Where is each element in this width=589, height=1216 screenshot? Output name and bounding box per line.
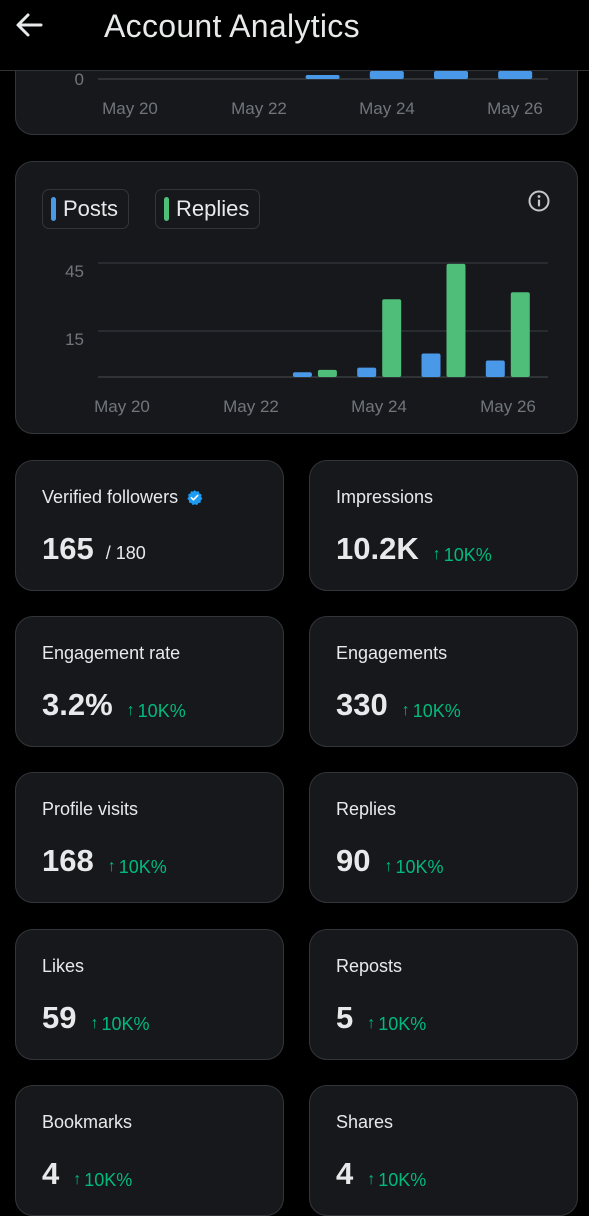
arrow-up-icon: ↑ xyxy=(432,546,441,563)
stat-label: Reposts xyxy=(336,956,403,976)
arrow-up-icon: ↑ xyxy=(367,1015,376,1032)
stat-change: ↑ 10K% xyxy=(432,544,492,565)
arrow-up-icon: ↑ xyxy=(367,1171,376,1188)
stat-card-engagements[interactable]: Engagements 330 ↑ 10K% xyxy=(309,616,578,747)
x-tick-label: May 20 xyxy=(94,397,150,416)
stat-card-shares[interactable]: Shares 4 ↑ 10K% xyxy=(309,1085,578,1216)
stat-change: ↑ 10K% xyxy=(107,856,167,877)
stat-value: 10.2K xyxy=(336,531,419,566)
stat-value: 4 xyxy=(42,1156,60,1191)
top-chart-x-tick-label: May 20 xyxy=(102,99,158,118)
stat-card-bookmarks[interactable]: Bookmarks 4 ↑ 10K% xyxy=(15,1085,284,1216)
arrow-up-icon: ↑ xyxy=(401,702,410,719)
stat-change: ↑ 10K% xyxy=(367,1013,427,1034)
posts-replies-chart-card: Posts Replies 45 15 May 20 May 22 May 24… xyxy=(15,161,578,434)
posts-bar xyxy=(485,360,505,377)
replies-bar xyxy=(446,263,466,377)
stat-change: ↑ 10K% xyxy=(367,1169,427,1190)
arrow-up-icon: ↑ xyxy=(126,702,135,719)
verified-badge-icon xyxy=(187,490,203,506)
top-chart-x-tick-label: May 26 xyxy=(487,99,543,118)
stat-card-replies[interactable]: Replies 90 ↑ 10K% xyxy=(309,772,578,903)
stat-change: ↑ 10K% xyxy=(384,856,444,877)
stat-change: ↑ 10K% xyxy=(401,700,461,721)
stat-total: / 180 xyxy=(105,543,146,563)
replies-bar xyxy=(510,292,530,377)
x-tick-label: May 24 xyxy=(351,397,407,416)
stat-label: Shares xyxy=(336,1112,394,1132)
page-title: Account Analytics xyxy=(104,8,360,44)
stat-label: Verified followers xyxy=(42,487,179,507)
stat-value: 168 xyxy=(42,843,94,878)
arrow-up-icon: ↑ xyxy=(90,1015,99,1032)
stat-card-verified-followers[interactable]: Verified followers 165 / 180 xyxy=(15,460,284,591)
top-chart-bar xyxy=(305,75,340,79)
x-tick-label: May 22 xyxy=(223,397,279,416)
stat-value: 90 xyxy=(336,843,371,878)
posts-bar xyxy=(421,353,441,377)
stat-label-wrap: Verified followers xyxy=(42,487,203,508)
stat-value: 3.2% xyxy=(42,687,113,722)
stat-value: 4 xyxy=(336,1156,354,1191)
y-tick-label: 45 xyxy=(65,262,84,281)
arrow-up-icon: ↑ xyxy=(384,858,393,875)
stat-card-profile-visits[interactable]: Profile visits 168 ↑ 10K% xyxy=(15,772,284,903)
y-tick-label: 15 xyxy=(65,330,84,349)
stat-label: Engagements xyxy=(336,643,448,663)
stat-label: Replies xyxy=(336,799,397,819)
stat-card-impressions[interactable]: Impressions 10.2K ↑ 10K% xyxy=(309,460,578,591)
stat-change: ↑ 10K% xyxy=(126,700,186,721)
stat-card-reposts[interactable]: Reposts 5 ↑ 10K% xyxy=(309,929,578,1060)
posts-bar xyxy=(292,372,312,377)
stat-value: 5 xyxy=(336,1000,354,1035)
posts-replies-chart: 45 15 May 20 May 22 May 24 May 26 xyxy=(65,262,548,416)
stat-label: Impressions xyxy=(336,487,434,507)
top-chart-bar xyxy=(434,71,468,79)
stat-label: Engagement rate xyxy=(42,643,181,663)
stat-label: Likes xyxy=(42,956,85,976)
replies-bar xyxy=(317,369,337,377)
arrow-up-icon: ↑ xyxy=(107,858,116,875)
stat-card-likes[interactable]: Likes 59 ↑ 10K% xyxy=(15,929,284,1060)
top-chart-x-tick-label: May 24 xyxy=(359,99,415,118)
top-chart-bar xyxy=(498,71,533,79)
stat-value: 330 xyxy=(336,687,388,722)
stat-value: 59 xyxy=(42,1000,77,1035)
stat-change: ↑ 10K% xyxy=(90,1013,150,1034)
top-chart-x-tick-label: May 22 xyxy=(231,99,287,118)
x-tick-label: May 26 xyxy=(480,397,536,416)
stat-label: Bookmarks xyxy=(42,1112,133,1132)
back-button[interactable] xyxy=(14,10,54,44)
stat-label: Profile visits xyxy=(42,799,139,819)
stat-card-engagement-rate[interactable]: Engagement rate 3.2% ↑ 10K% xyxy=(15,616,284,747)
replies-bar xyxy=(382,299,402,377)
top-chart-bar xyxy=(369,71,404,79)
stat-value: 165 xyxy=(42,531,94,566)
header-bar: Account Analytics xyxy=(0,0,589,71)
posts-bar xyxy=(357,367,377,377)
back-arrow-icon xyxy=(16,13,43,37)
arrow-up-icon: ↑ xyxy=(73,1171,82,1188)
top-chart-y-tick-label: 0 xyxy=(75,70,84,89)
stat-change: ↑ 10K% xyxy=(73,1169,133,1190)
